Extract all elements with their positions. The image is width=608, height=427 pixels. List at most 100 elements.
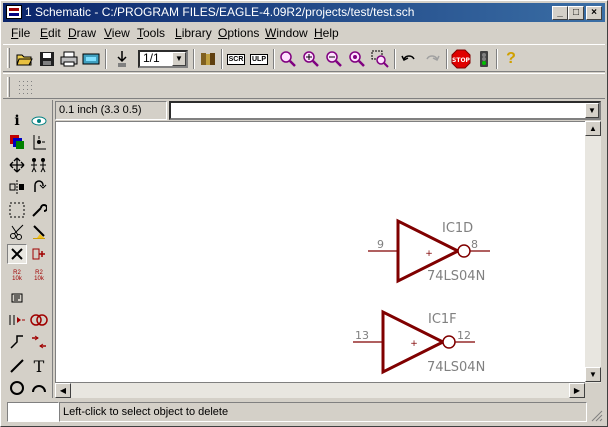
display-icon[interactable] bbox=[7, 132, 27, 152]
arc-icon[interactable] bbox=[29, 378, 49, 398]
status-bar: Left-click to select object to delete bbox=[3, 400, 605, 424]
sign-label: + bbox=[410, 339, 418, 349]
stop-icon[interactable]: STOP bbox=[451, 49, 471, 69]
ulp-label: ULP bbox=[250, 53, 268, 65]
pin-number-label: 9 bbox=[377, 238, 384, 251]
menu-help[interactable]: Help bbox=[314, 26, 339, 40]
pin-number-label: 13 bbox=[355, 329, 369, 342]
show-icon[interactable] bbox=[29, 111, 49, 131]
cam-icon[interactable] bbox=[81, 49, 101, 69]
open-icon[interactable] bbox=[15, 49, 35, 69]
circle-icon[interactable] bbox=[7, 378, 27, 398]
script-icon[interactable]: SCR bbox=[226, 49, 246, 69]
menu-draw[interactable]: Draw bbox=[68, 26, 96, 40]
scroll-right-button[interactable]: ▶ bbox=[569, 383, 585, 398]
undo-icon[interactable] bbox=[399, 49, 419, 69]
app-icon[interactable] bbox=[6, 5, 22, 19]
help-icon[interactable]: ? bbox=[501, 49, 521, 69]
part-name-label: IC1F bbox=[428, 312, 457, 327]
eagle-window: 1 Schematic - C:/PROGRAM FILES/EAGLE-4.0… bbox=[0, 0, 608, 427]
scroll-up-button[interactable]: ▲ bbox=[585, 121, 601, 136]
library-icon[interactable] bbox=[198, 49, 218, 69]
group-icon[interactable] bbox=[7, 200, 27, 220]
sheet-select[interactable]: 1/1 ▼ bbox=[138, 50, 188, 68]
horizontal-scrollbar[interactable]: ◀ ▶ bbox=[55, 383, 585, 398]
toolbar-grip[interactable] bbox=[7, 77, 10, 97]
part-value-label: 74LS04N bbox=[427, 360, 485, 375]
scroll-down-button[interactable]: ▼ bbox=[585, 367, 601, 382]
toolbar-separator bbox=[496, 49, 498, 69]
text-icon[interactable]: T bbox=[29, 356, 49, 376]
part-ic1d[interactable]: + IC1D 74LS04N 9 8 bbox=[368, 218, 490, 284]
mirror-icon[interactable] bbox=[7, 177, 27, 197]
zoom-select-icon[interactable] bbox=[370, 49, 390, 69]
print-icon[interactable] bbox=[59, 49, 79, 69]
scroll-left-button[interactable]: ◀ bbox=[55, 383, 71, 398]
change-icon[interactable] bbox=[29, 200, 49, 220]
vertical-scrollbar[interactable]: ▲ ▼ bbox=[585, 121, 601, 383]
schematic-drawing[interactable]: + IC1D 74LS04N 9 8 + IC1F 74LS04N 13 12 bbox=[56, 122, 586, 383]
inverter-bubble bbox=[457, 244, 471, 258]
toolbar-separator bbox=[446, 49, 448, 69]
smash-icon[interactable] bbox=[7, 288, 27, 308]
value-icon[interactable]: R2 10k bbox=[29, 266, 49, 286]
delete-icon[interactable] bbox=[7, 244, 27, 264]
split-icon[interactable] bbox=[7, 332, 27, 352]
gateswap-icon[interactable] bbox=[29, 310, 49, 330]
mark-icon[interactable] bbox=[29, 132, 49, 152]
save-icon[interactable] bbox=[37, 49, 57, 69]
resize-grip-icon[interactable] bbox=[589, 408, 603, 422]
move-icon[interactable] bbox=[7, 155, 27, 175]
toolbar-grip[interactable] bbox=[7, 48, 10, 68]
menu-edit[interactable]: Edit bbox=[40, 26, 61, 40]
scrollbar-corner bbox=[585, 383, 601, 398]
go-icon[interactable] bbox=[474, 49, 494, 69]
sheet-select-value: 1/1 bbox=[143, 51, 160, 65]
pin-number-label: 8 bbox=[471, 238, 478, 251]
sheet-icon[interactable] bbox=[112, 49, 132, 69]
rotate-icon[interactable] bbox=[29, 177, 49, 197]
schematic-canvas[interactable]: + IC1D 74LS04N 9 8 + IC1F 74LS04N 13 12 bbox=[55, 121, 601, 383]
zoom-fit-icon[interactable] bbox=[278, 49, 298, 69]
script-label: SCR bbox=[226, 53, 246, 65]
chevron-down-icon[interactable]: ▼ bbox=[172, 52, 186, 66]
main-toolbar: 1/1 ▼ SCR ULP STOP ? bbox=[3, 44, 605, 72]
menu-view[interactable]: View bbox=[104, 26, 130, 40]
copy-icon[interactable] bbox=[29, 155, 49, 175]
cut-icon[interactable] bbox=[7, 222, 27, 242]
command-line-input[interactable]: ▼ bbox=[169, 101, 601, 120]
menu-library[interactable]: Library bbox=[175, 26, 212, 40]
invoke-icon[interactable] bbox=[7, 310, 27, 330]
toolbar-separator bbox=[273, 49, 275, 69]
toolbar-separator bbox=[394, 49, 396, 69]
menu-options[interactable]: Options bbox=[218, 26, 259, 40]
maximize-button[interactable]: □ bbox=[568, 6, 584, 20]
inverter-bubble bbox=[442, 335, 456, 349]
zoom-in-icon[interactable] bbox=[301, 49, 321, 69]
part-ic1f[interactable]: + IC1F 74LS04N 13 12 bbox=[353, 309, 485, 375]
grid-icon[interactable] bbox=[15, 77, 35, 97]
paste-icon[interactable] bbox=[29, 222, 49, 242]
chevron-down-icon[interactable]: ▼ bbox=[585, 103, 599, 118]
wire-icon[interactable] bbox=[7, 356, 27, 376]
info-icon[interactable]: i bbox=[7, 111, 27, 131]
minimize-button[interactable]: _ bbox=[552, 6, 568, 20]
name-icon[interactable]: R2 10k bbox=[7, 266, 27, 286]
menu-tools[interactable]: Tools bbox=[137, 26, 165, 40]
window-title: 1 Schematic - C:/PROGRAM FILES/EAGLE-4.0… bbox=[25, 5, 415, 19]
zoom-redraw-icon[interactable] bbox=[347, 49, 367, 69]
status-indicator bbox=[7, 402, 59, 422]
toolbar-separator bbox=[105, 49, 107, 69]
menu-window[interactable]: Window bbox=[265, 26, 308, 40]
redo-icon[interactable] bbox=[422, 49, 442, 69]
ulp-icon[interactable]: ULP bbox=[249, 49, 269, 69]
command-panel: i R2 10k R2 10k T bbox=[3, 100, 53, 398]
toolbar-separator bbox=[221, 49, 223, 69]
menu-file[interactable]: File bbox=[11, 26, 30, 40]
title-bar[interactable]: 1 Schematic - C:/PROGRAM FILES/EAGLE-4.0… bbox=[3, 3, 605, 22]
zoom-out-icon[interactable] bbox=[324, 49, 344, 69]
pinswap-icon[interactable] bbox=[29, 332, 49, 352]
close-button[interactable]: × bbox=[586, 6, 602, 20]
stop-label: STOP bbox=[452, 57, 471, 64]
add-icon[interactable] bbox=[29, 244, 49, 264]
